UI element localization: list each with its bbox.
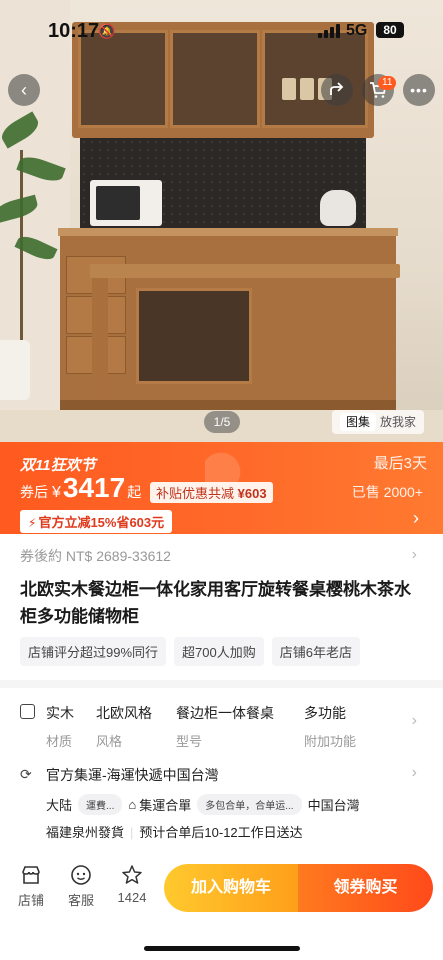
shop-label: 店铺: [17, 893, 44, 908]
official-discount-label: 官方立减15%省603元: [38, 515, 165, 530]
battery-icon: 80: [376, 22, 404, 38]
jar: [300, 78, 314, 100]
cabinet-base: [60, 400, 396, 410]
tag-rating: 店铺评分超过99%同行: [20, 637, 167, 666]
shipping-icon: ⟳: [20, 766, 32, 782]
tag-added-cart: 超700人加购: [174, 637, 264, 666]
converted-price[interactable]: 券後約 NT$ 2689-33612: [20, 546, 171, 566]
countdown-label: 最后3天: [373, 455, 427, 472]
attr-model[interactable]: 餐边柜一体餐桌 型号: [176, 703, 274, 750]
lightning-icon: ⚡: [28, 516, 37, 530]
shop-button[interactable]: 店铺: [11, 864, 51, 909]
attr-value: 实木: [46, 705, 74, 721]
subsidy-label: 补贴优惠共减: [156, 486, 235, 501]
tab-gallery[interactable]: 图集: [340, 413, 377, 431]
add-to-cart-button[interactable]: 加入购物车: [164, 864, 298, 912]
service-label: 客服: [67, 893, 94, 908]
mute-bell-icon: 🔕: [98, 23, 116, 39]
image-pager: 1/5: [204, 411, 240, 433]
subsidy-badge: 补贴优惠共减 ¥603: [150, 482, 273, 503]
back-button[interactable]: ‹: [8, 74, 40, 106]
attr-style[interactable]: 北欧风格 风格: [96, 703, 152, 750]
attr-key: 附加功能: [304, 734, 357, 749]
attr-function[interactable]: 多功能 附加功能: [304, 703, 356, 750]
official-discount[interactable]: ⚡ 官方立减15%省603元: [20, 510, 173, 533]
shipping-route: 大陆 運費... ⌂ 集運合單 多包合单，合单运... 中国台灣: [46, 794, 360, 815]
divider: |: [130, 825, 134, 840]
product-image[interactable]: 1/5 图集 放我家: [0, 0, 443, 442]
shipping-origin-info: 福建泉州發貨 | 预计合单后10-12工作日送达: [46, 822, 303, 841]
more-button[interactable]: •••: [403, 74, 435, 106]
buy-with-coupon-button[interactable]: 领券购买: [298, 864, 433, 912]
sold-count: 已售 2000+: [351, 484, 423, 500]
attr-key: 材质: [46, 734, 73, 749]
chat-smile-icon: [61, 864, 101, 888]
favorite-count: 1424: [117, 890, 147, 905]
store-icon: [11, 864, 51, 888]
attr-value: 餐边柜一体餐桌: [176, 705, 274, 721]
section-divider: [0, 680, 443, 688]
destination: 中国台灣: [307, 798, 360, 813]
extending-table: [90, 264, 400, 278]
price-row: 券后 ¥3417 起: [20, 472, 141, 504]
product-title: 北欧实木餐边柜一体化家用客厅旋转餐桌樱桃木茶水柜多功能储物柜: [20, 580, 411, 626]
lower-glass-door: [136, 288, 252, 384]
price-value: 3417: [62, 472, 126, 503]
shop-tags: 店铺评分超过99%同行 超700人加购 店铺6年老店: [20, 637, 360, 666]
currency-symbol: ¥: [52, 484, 61, 501]
star-icon: [112, 864, 152, 888]
chevron-right-icon: ›: [413, 508, 419, 528]
jar: [282, 78, 296, 100]
spec-icon: [20, 704, 35, 719]
image-tabs[interactable]: 图集 放我家: [332, 410, 425, 434]
house-icon: ⌂: [128, 797, 137, 812]
promo-banner[interactable]: 双11狂欢节 最后3天 券后 ¥3417 起 补贴优惠共减 ¥603 已售 2000…: [0, 442, 443, 534]
attr-key: 风格: [96, 734, 123, 749]
chevron-left-icon: ‹: [21, 80, 27, 100]
tag-shop-age: 店铺6年老店: [271, 637, 360, 666]
attr-value: 多功能: [304, 705, 346, 721]
price-suffix: 起: [127, 484, 142, 500]
countertop: [58, 228, 398, 236]
clock: 10:17: [48, 20, 100, 42]
more-icon: •••: [410, 82, 428, 98]
share-button[interactable]: [321, 74, 353, 106]
bottom-bar: 店铺 客服 1424 加入购物车 领券购买: [0, 852, 443, 960]
ship-from: 福建泉州發貨: [46, 825, 125, 840]
ship-eta: 预计合单后10-12工作日送达: [139, 825, 303, 840]
status-bar: 10:17 🔕 5G 80: [0, 0, 443, 58]
signal-icon: [318, 24, 340, 38]
table-leg: [92, 278, 108, 408]
cart-count-badge: 11: [378, 76, 397, 90]
microwave: [90, 180, 162, 226]
price-prefix: 券后: [20, 484, 48, 500]
shipping-title[interactable]: 官方集運-海運快遞中国台灣: [46, 765, 219, 785]
kettle: [320, 190, 356, 226]
attr-value: 北欧风格: [96, 705, 152, 721]
attr-material[interactable]: 实木 材质: [46, 703, 74, 750]
shipping-fee-pill: 運費...: [78, 794, 123, 815]
subsidy-amount: ¥603: [237, 486, 267, 501]
chevron-right-icon: ›: [411, 764, 417, 781]
customer-service-button[interactable]: 客服: [61, 864, 101, 909]
plant-pot: [0, 340, 30, 400]
chevron-right-icon: ›: [411, 712, 417, 729]
merge-pill: 多包合单，合单运...: [197, 794, 302, 815]
origin: 大陆: [46, 798, 73, 813]
share-icon: [330, 82, 344, 95]
network-type: 5G: [346, 22, 368, 39]
merge-label: 集運合單: [139, 798, 192, 813]
tab-place-at-home[interactable]: 放我家: [380, 415, 416, 429]
chevron-right-icon: ›: [411, 546, 417, 563]
favorite-button[interactable]: 1424: [112, 864, 152, 905]
home-indicator[interactable]: [144, 946, 300, 951]
attr-key: 型号: [176, 734, 203, 749]
